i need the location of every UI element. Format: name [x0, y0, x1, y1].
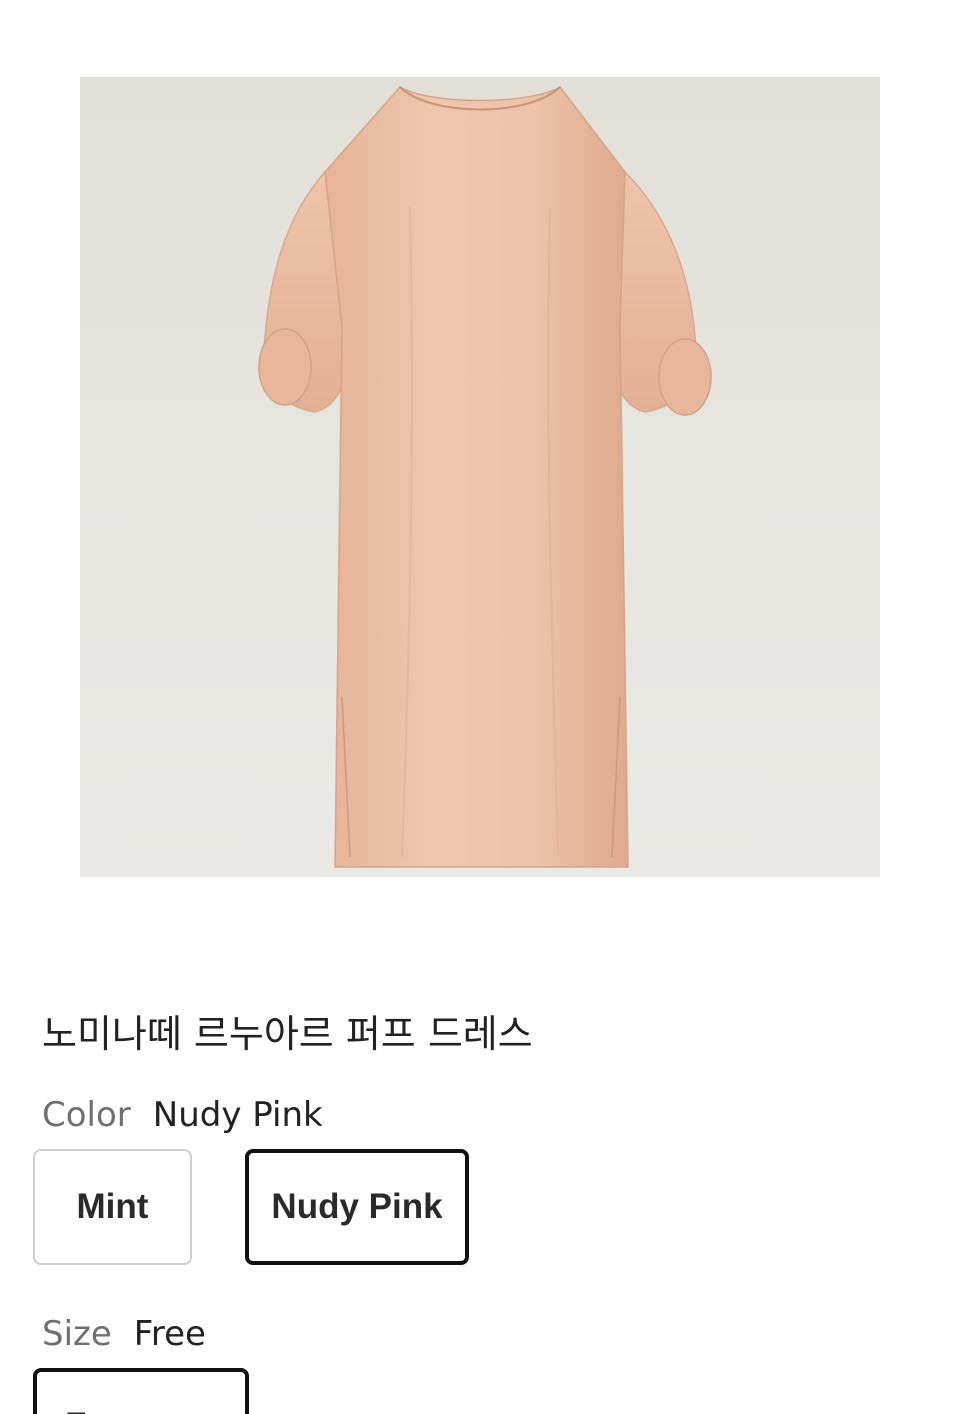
product-detail-page: 노미나떼 르누아르 퍼프 드레스 Color Nudy Pink Mint Nud…	[0, 0, 960, 1414]
size-option-label: Free	[65, 1406, 139, 1414]
dress-illustration	[258, 86, 712, 868]
size-option-row: Size Free	[42, 1312, 206, 1356]
color-option-label: Mint	[76, 1187, 149, 1226]
color-option-mint[interactable]: Mint	[33, 1149, 192, 1265]
size-selected-value: Free	[133, 1314, 206, 1354]
color-selected-value: Nudy Pink	[152, 1095, 323, 1135]
color-option-label: Nudy Pink	[271, 1187, 443, 1226]
size-label: Size	[42, 1314, 112, 1354]
color-option-nudy-pink[interactable]: Nudy Pink	[245, 1149, 469, 1265]
product-image[interactable]	[80, 77, 880, 877]
product-title: 노미나떼 르누아르 퍼프 드레스	[42, 1012, 533, 1056]
color-option-row: Color Nudy Pink	[42, 1093, 323, 1137]
size-option-free[interactable]: Free	[33, 1368, 249, 1414]
color-label: Color	[42, 1095, 131, 1135]
